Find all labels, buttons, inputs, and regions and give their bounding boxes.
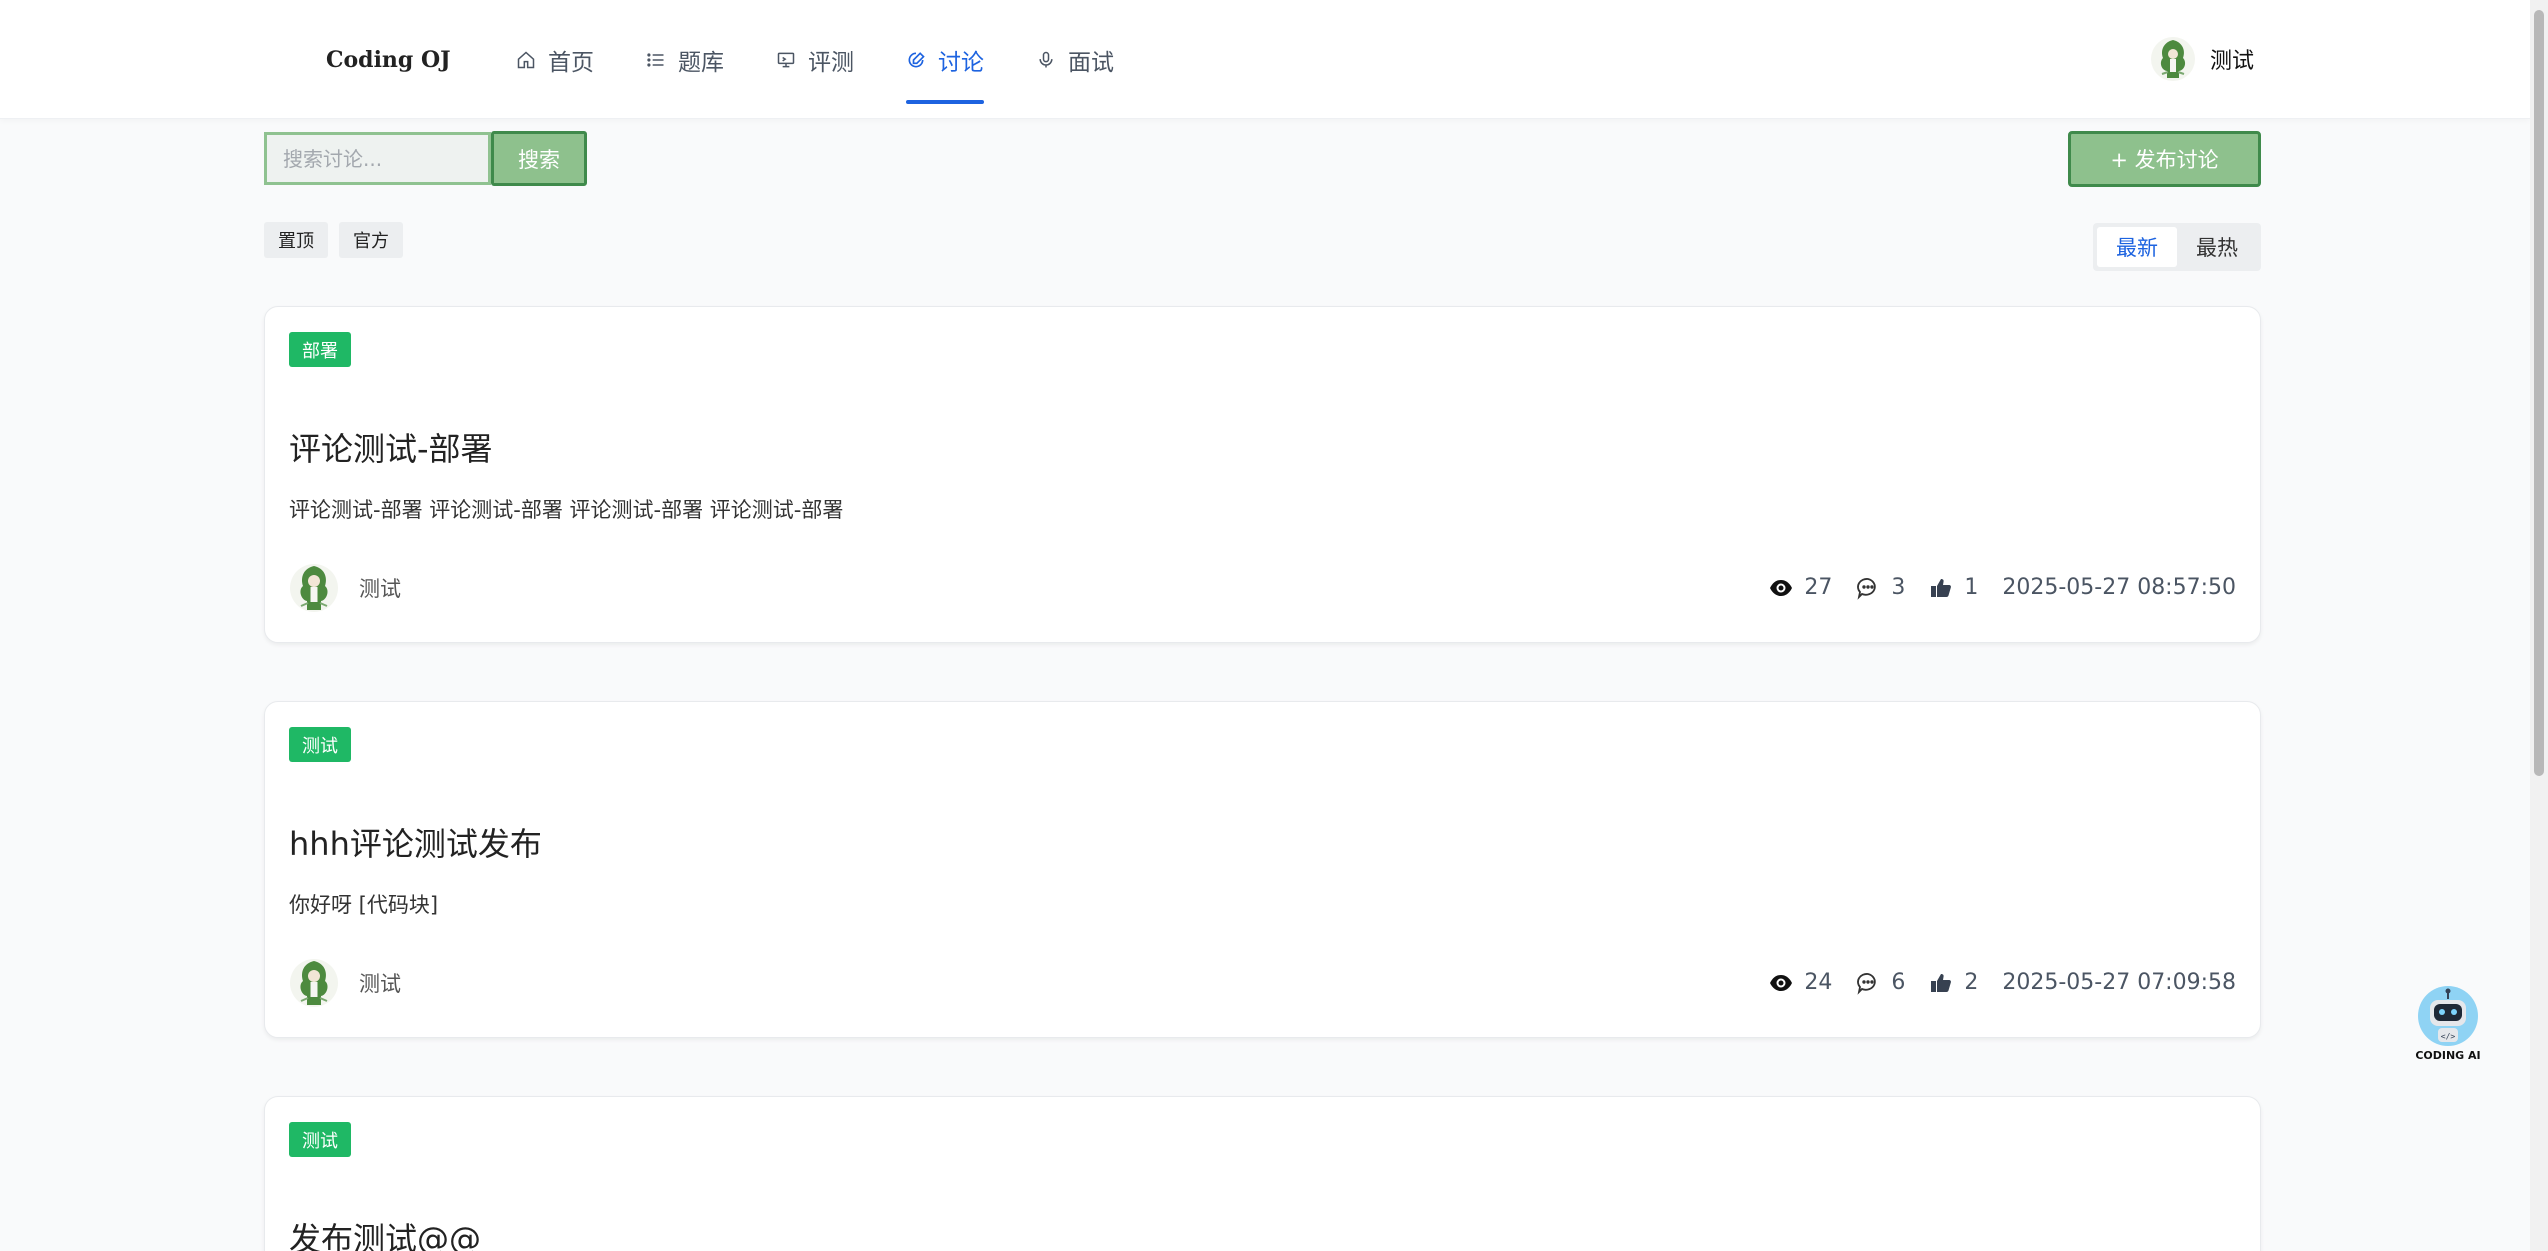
nav-label: 首页 (548, 49, 594, 76)
discussion-card[interactable]: 测试 hhh评论测试发布 你好呀 [代码块] 测试 24 6 2 2025-05… (264, 701, 2261, 1038)
author-name: 测试 (359, 577, 401, 601)
coding-ai-assistant-button[interactable]: </> CODING AI (2413, 985, 2483, 1065)
post-title[interactable]: 发布测试@@ (289, 1214, 481, 1251)
view-count: 24 (1769, 970, 1832, 995)
filter-official[interactable]: 官方 (339, 222, 403, 258)
post-author[interactable]: 测试 (289, 559, 401, 617)
user-menu[interactable]: 测试 (2150, 34, 2254, 84)
like-count-value: 2 (1964, 970, 1979, 995)
search-input[interactable] (264, 132, 491, 185)
page-scrollbar[interactable] (2530, 0, 2548, 1251)
nav-item-discussion[interactable]: 讨论 (906, 0, 984, 119)
post-stats: 24 6 2 2025-05-27 07:09:58 (1769, 970, 2236, 995)
filter-pinned[interactable]: 置顶 (264, 222, 328, 258)
nav-item-home[interactable]: 首页 (516, 0, 594, 119)
category-tag[interactable]: 测试 (289, 1122, 351, 1157)
user-name: 测试 (2210, 49, 2255, 74)
post-title[interactable]: 评论测试-部署 (289, 424, 493, 470)
discussion-card[interactable]: 部署 评论测试-部署 评论测试-部署 评论测试-部署 评论测试-部署 评论测试-… (264, 306, 2261, 643)
avatar (290, 564, 338, 612)
like-count-value: 1 (1964, 575, 1979, 600)
comment-count: 3 (1856, 575, 1905, 600)
nav-label: 讨论 (938, 49, 984, 76)
post-title[interactable]: hhh评论测试发布 (289, 819, 542, 865)
view-count-value: 27 (1804, 575, 1833, 600)
like-count[interactable]: 2 (1929, 970, 1978, 995)
view-count: 27 (1769, 575, 1832, 600)
nav-label: 面试 (1068, 49, 1114, 76)
nav-item-interview[interactable]: 面试 (1036, 0, 1114, 119)
nav-label: 评测 (808, 49, 854, 76)
comment-icon (1857, 577, 1877, 600)
nav-label: 题库 (678, 49, 724, 76)
ai-label: CODING AI (2415, 1049, 2481, 1062)
thumbs-up-icon (1931, 973, 1952, 992)
post-stats: 27 3 1 2025-05-27 08:57:50 (1769, 575, 2236, 600)
discussion-card[interactable]: 测试 发布测试@@ (264, 1096, 2261, 1251)
sort-hot-button[interactable]: 最热 (2177, 227, 2257, 267)
eye-icon (1770, 579, 1793, 596)
comment-count-value: 3 (1891, 575, 1906, 600)
nav-item-problems[interactable]: 题库 (646, 0, 724, 119)
search-button[interactable]: 搜索 (491, 131, 587, 186)
category-tag[interactable]: 测试 (289, 727, 351, 762)
comment-icon (1857, 972, 1877, 995)
robot-icon: </> (2418, 986, 2478, 1046)
thumbs-up-icon (1931, 578, 1952, 597)
comment-count-value: 6 (1891, 970, 1906, 995)
avatar (2151, 37, 2195, 81)
post-excerpt: 你好呀 [代码块] (289, 893, 439, 917)
post-date: 2025-05-27 07:09:58 (2002, 970, 2236, 995)
view-count-value: 24 (1804, 970, 1833, 995)
home-icon (517, 50, 535, 68)
post-author[interactable]: 测试 (289, 954, 401, 1012)
nav-item-judge[interactable]: 评测 (776, 0, 854, 119)
sort-toggle: 最新 最热 (2093, 223, 2261, 271)
sort-latest-button[interactable]: 最新 (2097, 227, 2177, 267)
list-icon (647, 52, 664, 67)
scrollbar-thumb[interactable] (2534, 10, 2544, 776)
like-count[interactable]: 1 (1929, 575, 1978, 600)
post-excerpt: 评论测试-部署 评论测试-部署 评论测试-部署 评论测试-部署 (289, 498, 844, 522)
avatar (290, 959, 338, 1007)
top-navbar: Coding OJ 首页 题库 评测 讨论 面试 测试 (0, 0, 2530, 119)
eye-icon (1770, 974, 1793, 991)
author-name: 测试 (359, 972, 401, 996)
publish-discussion-button[interactable]: + 发布讨论 (2068, 131, 2261, 187)
monitor-icon (777, 52, 795, 67)
svg-text:</>: </> (2441, 1032, 2456, 1041)
category-tag[interactable]: 部署 (289, 332, 351, 367)
post-date: 2025-05-27 08:57:50 (2002, 575, 2236, 600)
brand-logo-text[interactable]: Coding OJ (326, 47, 451, 73)
comment-count: 6 (1856, 970, 1905, 995)
main-nav: 首页 题库 评测 讨论 面试 (516, 0, 1166, 119)
chat-edit-icon (908, 51, 925, 67)
microphone-icon (1039, 51, 1053, 67)
